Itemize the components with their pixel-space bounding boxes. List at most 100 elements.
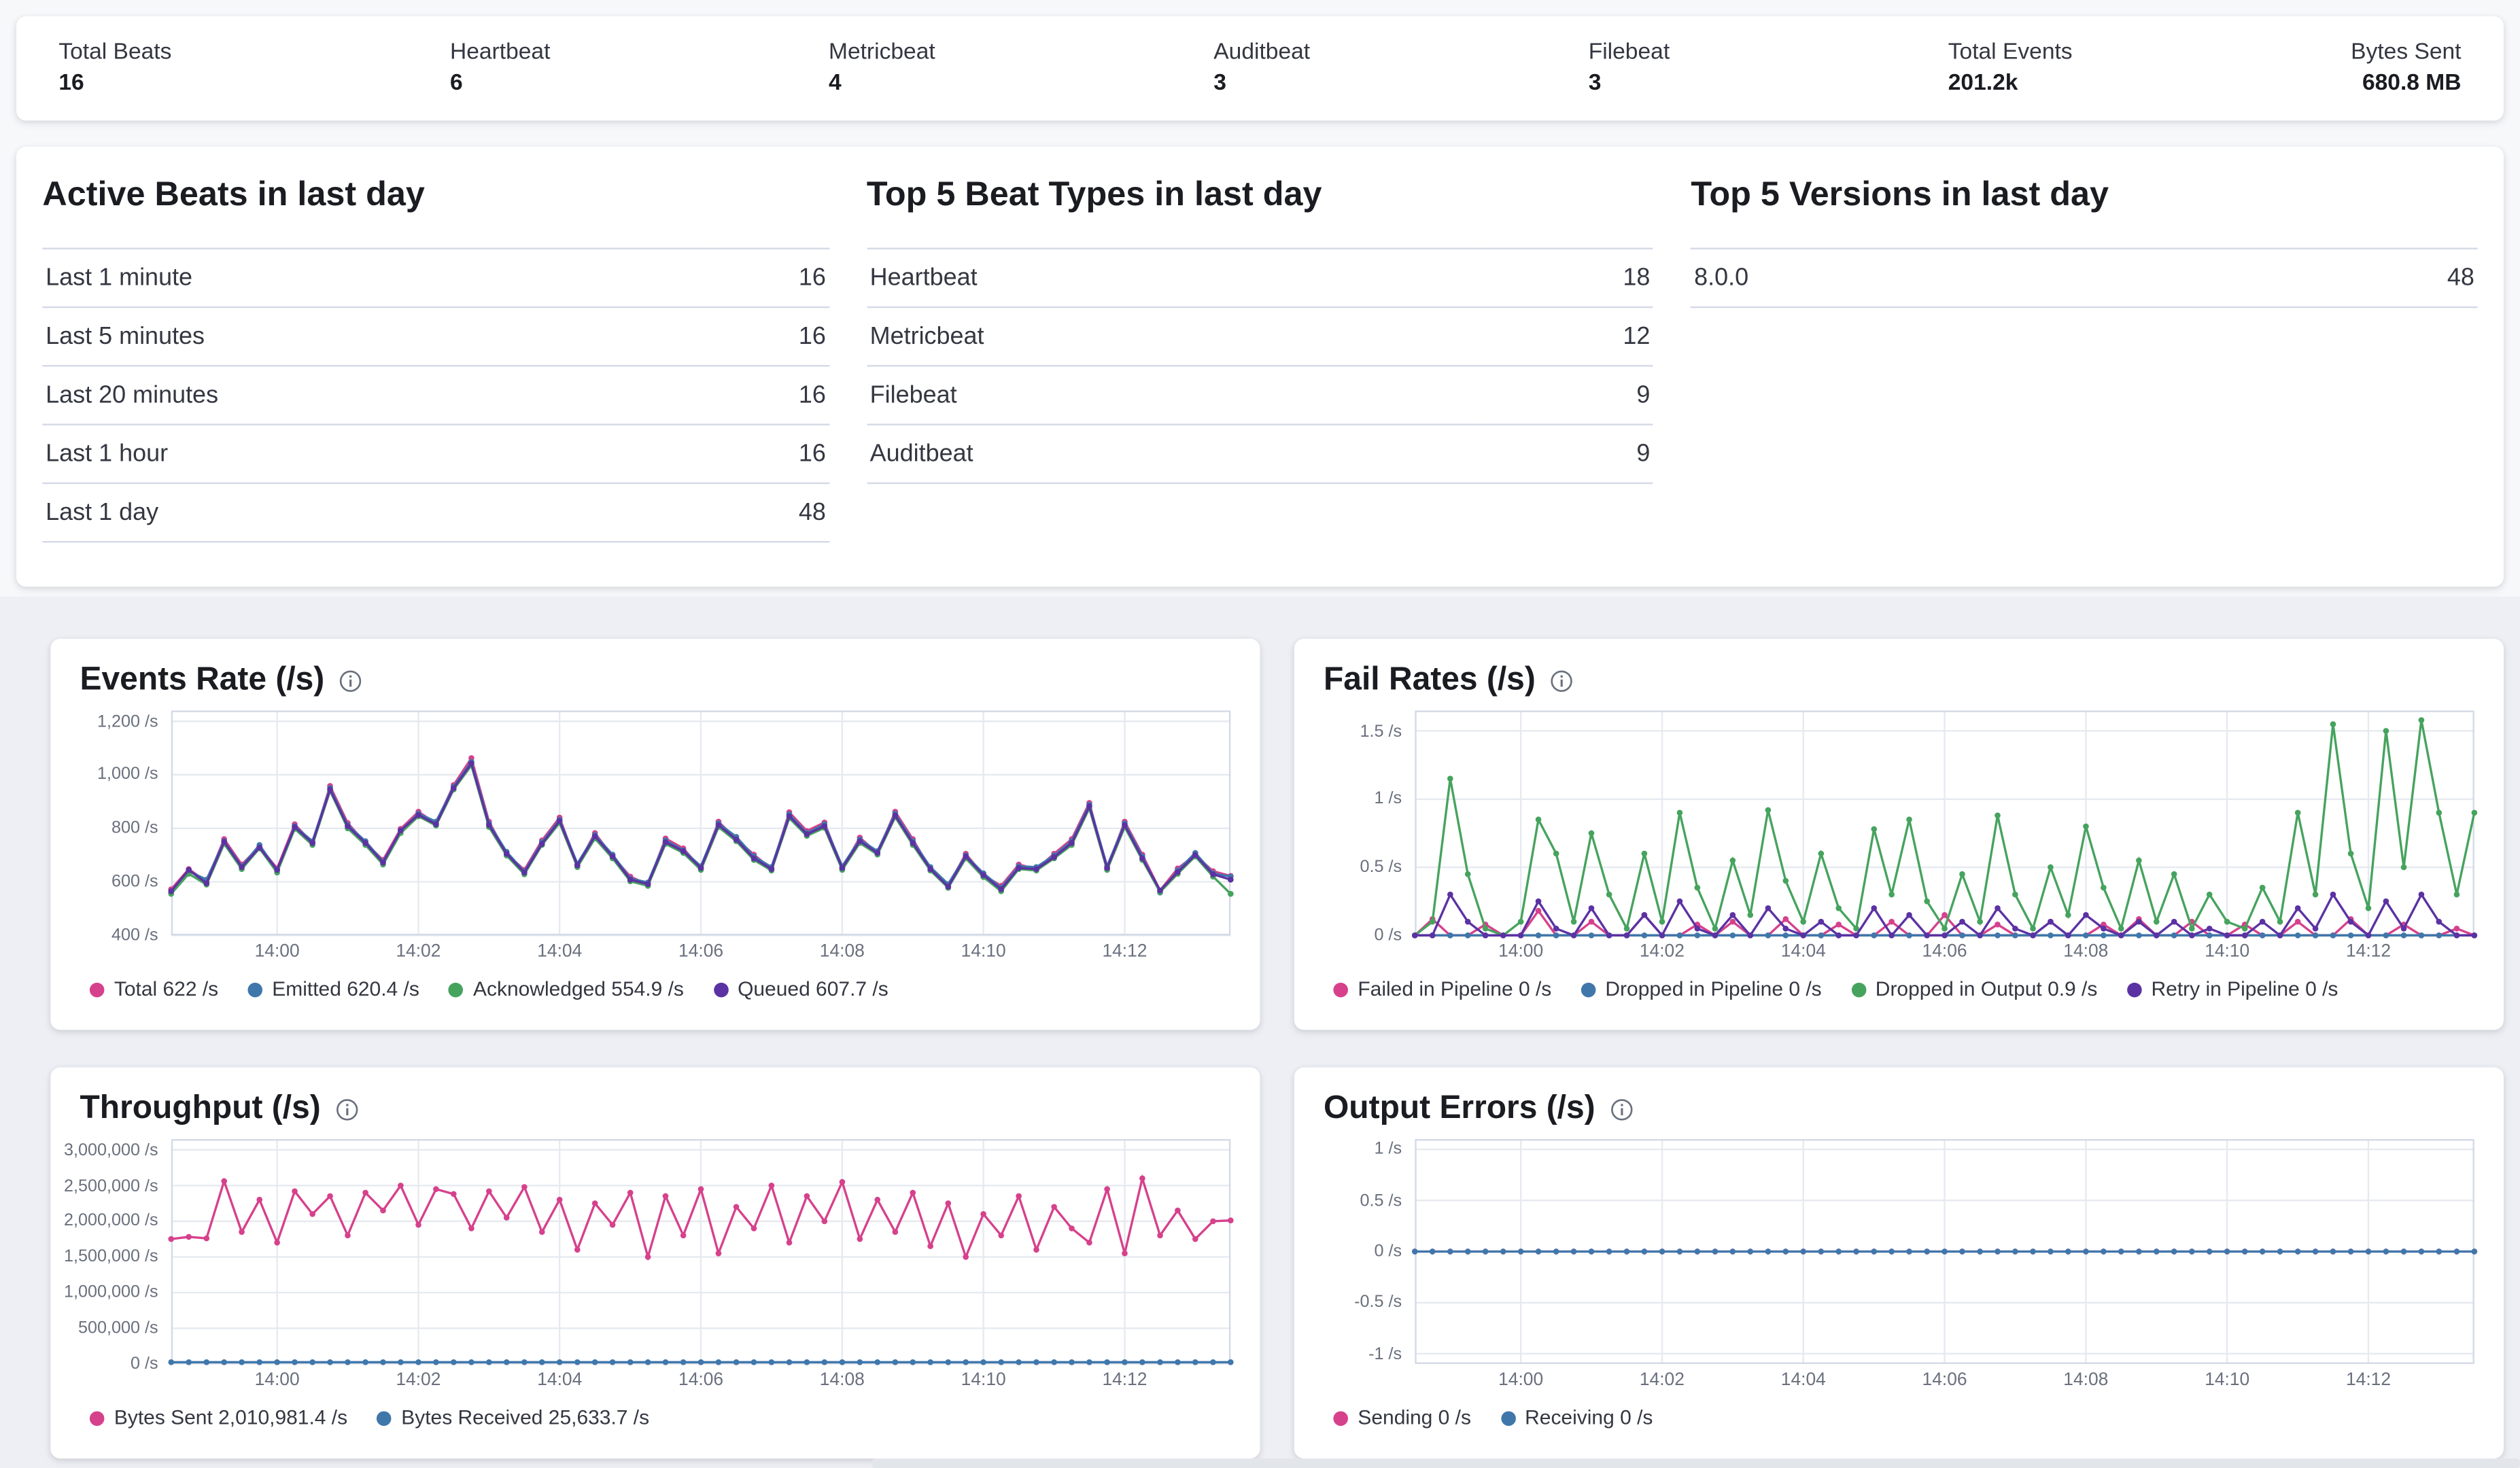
active-beats-table: Active Beats in last day Last 1 minute16… — [42, 176, 829, 557]
info-icon[interactable] — [1550, 669, 1573, 692]
chart-card-fail-rates: Fail Rates (/s) 1.5 /s1 /s0.5 /s0 /s14:0… — [1294, 639, 2504, 1030]
legend-label: Total 622 /s — [114, 978, 218, 1001]
legend-item-emitted[interactable]: Emitted 620.4 /s — [247, 978, 419, 1001]
chart-plot-area[interactable] — [171, 710, 1231, 935]
y-axis-label: 0 /s — [131, 1355, 158, 1374]
legend-label: Bytes Sent 2,010,981.4 /s — [114, 1406, 347, 1429]
row-label: Last 1 day — [42, 483, 704, 542]
table-row: 8.0.048 — [1691, 249, 2477, 307]
stats-summary-bar: Total Beats16Heartbeat6Metricbeat4Auditb… — [16, 16, 2504, 120]
legend-item-dropped-in-output[interactable]: Dropped in Output 0.9 /s — [1851, 978, 2098, 1001]
legend-item-dropped-in-pipeline[interactable]: Dropped in Pipeline 0 /s — [1581, 978, 1821, 1001]
chart-title: Throughput (/s) — [80, 1090, 320, 1128]
x-axis-label: 14:06 — [678, 1371, 723, 1391]
stat-label: Total Events — [1948, 37, 2073, 63]
x-axis-label: 14:10 — [2205, 942, 2249, 962]
stat-label: Filebeat — [1589, 37, 1670, 63]
stat-label: Total Beats — [58, 37, 171, 63]
x-axis-label: 14:08 — [820, 942, 865, 962]
y-axis: 1.5 /s1 /s0.5 /s0 /s — [1324, 710, 1415, 935]
row-label: Heartbeat — [867, 249, 1482, 307]
legend-dot — [90, 982, 105, 997]
stat-label: Bytes Sent — [2351, 37, 2461, 63]
x-axis-label: 14:06 — [1922, 1371, 1967, 1391]
chart-title: Events Rate (/s) — [80, 662, 324, 699]
stat-bytes-sent: Bytes Sent 680.8 MB — [2351, 37, 2461, 94]
chart-title: Output Errors (/s) — [1324, 1090, 1595, 1128]
next-row-panel-edge — [872, 1458, 2520, 1468]
x-axis-label: 14:06 — [1922, 942, 1967, 962]
stat-value: 16 — [58, 69, 171, 94]
summary-tables-panel: Active Beats in last day Last 1 minute16… — [16, 147, 2504, 587]
chart-legend: Failed in Pipeline 0 /s Dropped in Pipeli… — [1333, 978, 2474, 1001]
stat-value: 680.8 MB — [2351, 69, 2461, 94]
legend-label: Failed in Pipeline 0 /s — [1358, 978, 1551, 1001]
legend-dot — [1500, 1410, 1515, 1425]
legend-dot — [90, 1410, 105, 1425]
y-axis-label: 1 /s — [1374, 789, 1402, 809]
stat-label: Auditbeat — [1213, 37, 1310, 63]
legend-item-sending[interactable]: Sending 0 /s — [1333, 1406, 1471, 1429]
y-axis-label: 1,200 /s — [97, 712, 158, 731]
legend-item-bytes-received[interactable]: Bytes Received 25,633.7 /s — [377, 1406, 649, 1429]
chart-plot-area[interactable] — [171, 1139, 1231, 1364]
legend-label: Retry in Pipeline 0 /s — [2152, 978, 2338, 1001]
y-axis-label: 2,500,000 /s — [64, 1176, 158, 1195]
stat-label: Heartbeat — [450, 37, 550, 63]
x-axis-label: 14:04 — [537, 1371, 582, 1391]
y-axis-label: 0 /s — [1374, 926, 1402, 945]
section-title: Top 5 Beat Types in last day — [867, 176, 1653, 215]
row-label: Last 20 minutes — [42, 366, 704, 424]
y-axis-label: 1.5 /s — [1360, 721, 1402, 741]
x-axis-label: 14:06 — [678, 942, 723, 962]
y-axis-label: 1 /s — [1374, 1140, 1402, 1159]
x-axis-label: 14:02 — [1640, 1371, 1685, 1391]
stat-label: Metricbeat — [829, 37, 935, 63]
x-axis-label: 14:10 — [2205, 1371, 2249, 1391]
legend-item-receiving[interactable]: Receiving 0 /s — [1500, 1406, 1653, 1429]
row-label: 8.0.0 — [1691, 249, 2197, 307]
row-label: Last 5 minutes — [42, 307, 704, 366]
legend-item-bytes-sent[interactable]: Bytes Sent 2,010,981.4 /s — [90, 1406, 347, 1429]
row-value: 48 — [704, 483, 829, 542]
chart-card-throughput: Throughput (/s) 3,000,000 /s2,500,000 /s… — [50, 1068, 1260, 1458]
stat-filebeat: Filebeat3 — [1589, 37, 1670, 94]
legend-item-queued[interactable]: Queued 607.7 /s — [713, 978, 888, 1001]
legend-dot — [377, 1410, 392, 1425]
throughput-chart: 3,000,000 /s2,500,000 /s2,000,000 /s1,50… — [80, 1139, 1230, 1393]
legend-item-acknowledged[interactable]: Acknowledged 554.9 /s — [449, 978, 684, 1001]
info-icon[interactable] — [335, 1098, 358, 1121]
x-axis-label: 14:08 — [2063, 942, 2108, 962]
legend-label: Sending 0 /s — [1358, 1406, 1471, 1429]
chart-card-output-errors: Output Errors (/s) 1 /s0.5 /s0 /s-0.5 /s… — [1294, 1068, 2504, 1458]
legend-label: Emitted 620.4 /s — [272, 978, 419, 1001]
legend-item-retry-in-pipeline[interactable]: Retry in Pipeline 0 /s — [2127, 978, 2338, 1001]
x-axis-label: 14:00 — [1498, 942, 1543, 962]
legend-item-total[interactable]: Total 622 /s — [90, 978, 218, 1001]
events-rate-chart: 1,200 /s1,000 /s800 /s600 /s400 /s14:001… — [80, 710, 1230, 964]
chart-plot-area[interactable] — [1415, 710, 2474, 935]
table-row: Last 1 day48 — [42, 483, 829, 542]
x-axis-label: 14:02 — [1640, 942, 1685, 962]
table-row: Last 1 hour16 — [42, 425, 829, 483]
row-label: Last 1 minute — [42, 249, 704, 307]
info-icon[interactable] — [1610, 1098, 1633, 1121]
y-axis: 3,000,000 /s2,500,000 /s2,000,000 /s1,50… — [80, 1139, 171, 1364]
top-beat-types-table: Top 5 Beat Types in last day Heartbeat18… — [867, 176, 1653, 557]
legend-item-failed-in-pipeline[interactable]: Failed in Pipeline 0 /s — [1333, 978, 1551, 1001]
legend-label: Dropped in Output 0.9 /s — [1876, 978, 2098, 1001]
y-axis-label: 1,000 /s — [97, 765, 158, 785]
info-icon[interactable] — [339, 669, 362, 692]
row-label: Last 1 hour — [42, 425, 704, 483]
top-versions-table: Top 5 Versions in last day 8.0.048 — [1691, 176, 2477, 557]
chart-legend: Sending 0 /s Receiving 0 /s — [1333, 1406, 2474, 1429]
chart-plot-area[interactable] — [1415, 1139, 2474, 1364]
x-axis: 14:0014:0214:0414:0614:0814:1014:12 — [171, 935, 1231, 964]
x-axis-label: 14:12 — [1102, 1371, 1147, 1391]
charts-section: Events Rate (/s) 1,200 /s1,000 /s800 /s6… — [0, 597, 2520, 1468]
x-axis-label: 14:04 — [537, 942, 582, 962]
x-axis-label: 14:12 — [1102, 942, 1147, 962]
row-value: 9 — [1481, 366, 1653, 424]
x-axis-label: 14:08 — [2063, 1371, 2108, 1391]
row-value: 12 — [1481, 307, 1653, 366]
